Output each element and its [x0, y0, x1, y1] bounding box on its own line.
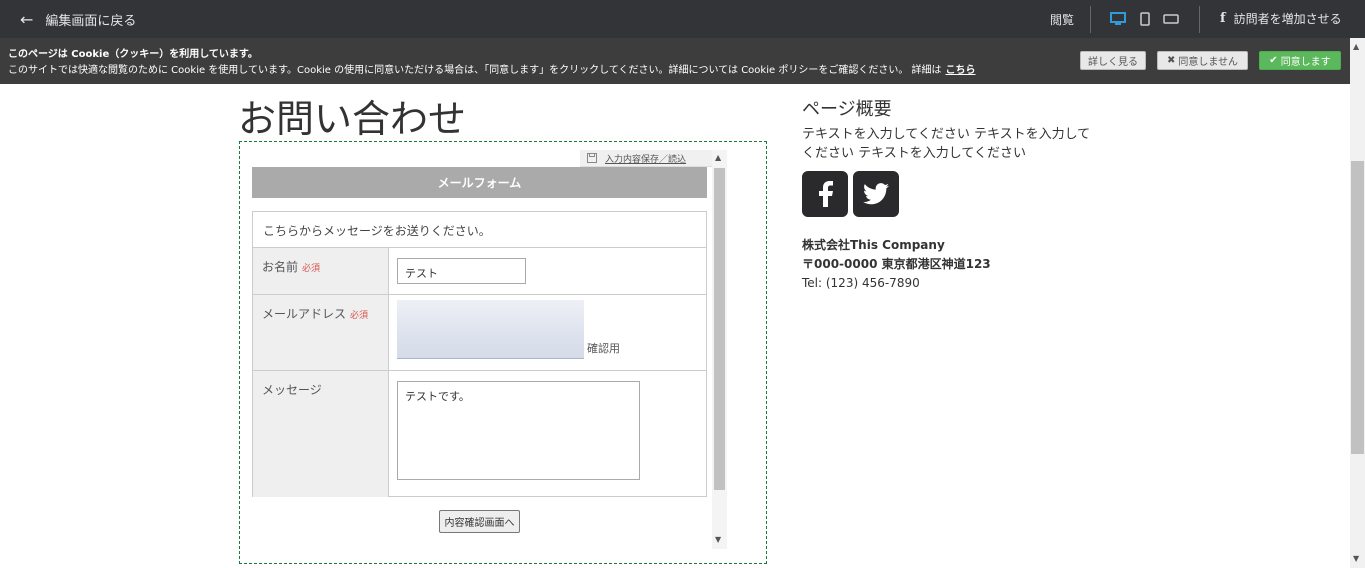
cookie-title: このページは Cookie（クッキー）を利用しています。 [8, 49, 258, 60]
editor-topbar: ← 編集画面に戻る 閲覧 f 訪問者を増加させる [0, 0, 1365, 38]
email-label-cell: メールアドレス 必須 [253, 295, 389, 370]
cookie-details-button[interactable]: 詳しく見る [1080, 51, 1146, 70]
sidebar-title: ページ概要 [802, 99, 892, 120]
form-scroll-thumb[interactable] [714, 168, 725, 490]
scroll-up-icon[interactable]: ▲ [1353, 42, 1359, 51]
cookie-agree-label: 同意します [1280, 57, 1331, 68]
name-row: お名前 必須 テスト [253, 248, 706, 295]
message-label: メッセージ [262, 383, 322, 397]
cookie-agree-button[interactable]: ✔ 同意します [1259, 51, 1341, 70]
scroll-up-icon[interactable]: ▲ [715, 153, 721, 162]
check-icon: ✔ [1269, 55, 1278, 66]
form-header: メールフォーム [252, 167, 707, 198]
message-textarea[interactable]: テストです。 [397, 381, 640, 480]
back-to-editor-button[interactable]: ← 編集画面に戻る [20, 0, 136, 38]
save-load-input-link[interactable]: 入力内容保存／読込 [580, 150, 712, 167]
message-label-cell: メッセージ [253, 371, 389, 497]
confirm-submit-button[interactable]: 内容確認画面へ [439, 510, 520, 533]
cookie-details-label: 詳しく見る [1088, 57, 1138, 68]
cookie-consent-bar: このページは Cookie（クッキー）を利用しています。 このサイトでは快適な閲… [0, 38, 1350, 84]
divider [1199, 6, 1200, 33]
company-address: 〒000-0000 東京都港区神道123 [802, 257, 991, 271]
email-inputs-blurred[interactable] [397, 300, 584, 359]
company-name: 株式会社This Company [802, 238, 945, 252]
save-load-label: 入力内容保存／読込 [605, 154, 687, 165]
email-confirm-label: 確認用 [587, 342, 620, 355]
close-icon: ✖ [1166, 55, 1176, 66]
company-info: 株式会社This Company 〒000-0000 東京都港区神道123 Te… [802, 236, 991, 293]
smartphone-icon[interactable] [1140, 12, 1150, 26]
required-badge: 必須 [302, 264, 321, 274]
arrow-left-icon: ← [20, 9, 34, 29]
tablet-landscape-icon[interactable] [1163, 14, 1179, 24]
cookie-details-link[interactable]: こちら [946, 65, 976, 76]
email-row: メールアドレス 必須 確認用 [253, 295, 706, 371]
cookie-message: このサイトでは快適な閲覧のために Cookie を使用しています。Cookie … [8, 61, 976, 76]
name-label-cell: お名前 必須 [253, 248, 389, 294]
cookie-deny-button[interactable]: ✖ 同意しません [1157, 51, 1248, 70]
twitter-icon [863, 183, 889, 205]
scroll-down-icon[interactable]: ▼ [715, 535, 721, 544]
contact-form-table: こちらからメッセージをお送りください。 お名前 必須 テスト メールアドレス 必須 … [252, 211, 707, 497]
intro-row: こちらからメッセージをお送りください。 [253, 212, 706, 248]
desktop-icon[interactable] [1110, 12, 1126, 26]
name-input[interactable]: テスト [397, 258, 526, 284]
scroll-thumb[interactable] [1351, 161, 1364, 454]
required-badge: 必須 [350, 311, 369, 321]
scroll-down-icon[interactable]: ▼ [1353, 554, 1359, 563]
email-label: メールアドレス [262, 307, 347, 321]
save-icon [587, 153, 597, 163]
page-scrollbar[interactable]: ▲ ▼ [1350, 38, 1365, 568]
name-label: お名前 [262, 260, 299, 274]
company-tel: Tel: (123) 456-7890 [802, 276, 920, 290]
twitter-button[interactable] [853, 171, 899, 217]
facebook-icon: f [1220, 11, 1226, 26]
form-intro: こちらからメッセージをお送りください。 [263, 224, 491, 238]
increase-visitors-label: 訪問者を増加させる [1233, 12, 1342, 26]
cookie-deny-label: 同意しません [1178, 57, 1239, 68]
divider [1090, 6, 1091, 33]
back-label: 編集画面に戻る [45, 13, 137, 29]
sidebar-text: テキストを入力してください テキストを入力してください テキストを入力してくださ… [802, 127, 1091, 161]
facebook-icon [819, 181, 833, 207]
form-scrollbar[interactable]: ▲ ▼ [712, 150, 727, 549]
facebook-button[interactable] [802, 171, 848, 217]
message-row: メッセージ テストです。 [253, 371, 706, 497]
view-label: 閲覧 [1050, 13, 1075, 27]
increase-visitors-button[interactable]: f 訪問者を増加させる [1220, 10, 1342, 27]
cookie-text: このサイトでは快適な閲覧のために Cookie を使用しています。Cookie … [8, 65, 942, 76]
page-title: お問い合わせ [238, 97, 467, 141]
